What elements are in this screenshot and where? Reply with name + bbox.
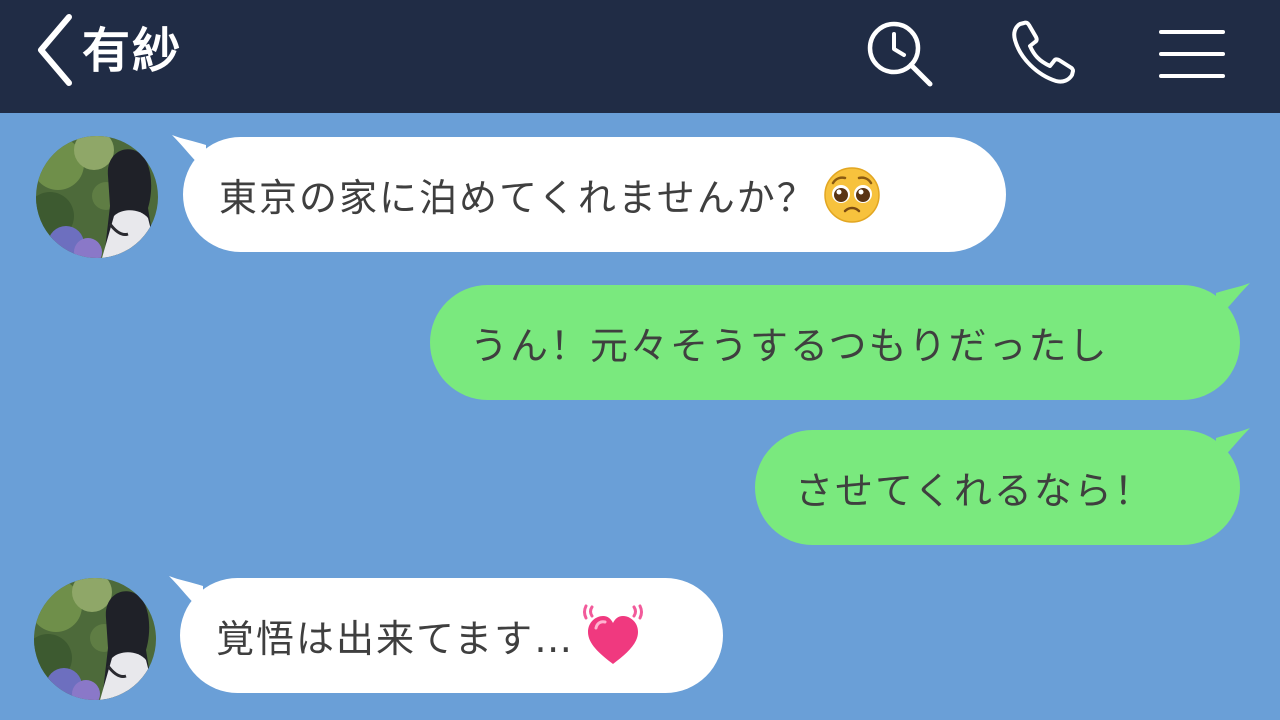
pleading-face-emoji [823,166,881,224]
outgoing-message[interactable]: させてくれるなら！ [755,428,1250,545]
bubble-tail [172,135,206,171]
bubble-tail [169,576,203,612]
chat-title: 有紗 [82,23,183,79]
search-clock-icon [867,21,933,87]
back-button[interactable] [28,10,82,90]
chat-header: 有紗 [0,0,1280,113]
contact-avatar[interactable] [36,136,158,258]
search-button[interactable] [858,16,942,92]
contact-avatar[interactable] [34,578,156,700]
beating-heart-emoji [580,604,646,668]
message-text: 覚悟は出来てます… [216,617,575,661]
incoming-message[interactable]: 覚悟は出来てます… [169,576,723,693]
message-text: させてくれるなら！ [795,469,1154,513]
back-chevron-icon [38,14,72,86]
bubble-tail [1216,283,1250,319]
phone-icon [1012,20,1075,84]
message-text: 東京の家に泊めてくれませんか？ [219,176,817,220]
message-text: うん！元々そうするつもりだったし [470,324,1109,368]
menu-button[interactable] [1152,18,1232,90]
bubble-tail [1216,428,1250,464]
menu-icon [1159,30,1225,78]
outgoing-message[interactable]: うん！元々そうするつもりだったし [430,283,1250,400]
chat-screen: 有紗 東京の家に泊めてくれませんか？ うん！元々そうするつもりだったし させてく… [0,0,1280,720]
incoming-message[interactable]: 東京の家に泊めてくれませんか？ [172,135,1006,252]
call-button[interactable] [1000,16,1084,92]
